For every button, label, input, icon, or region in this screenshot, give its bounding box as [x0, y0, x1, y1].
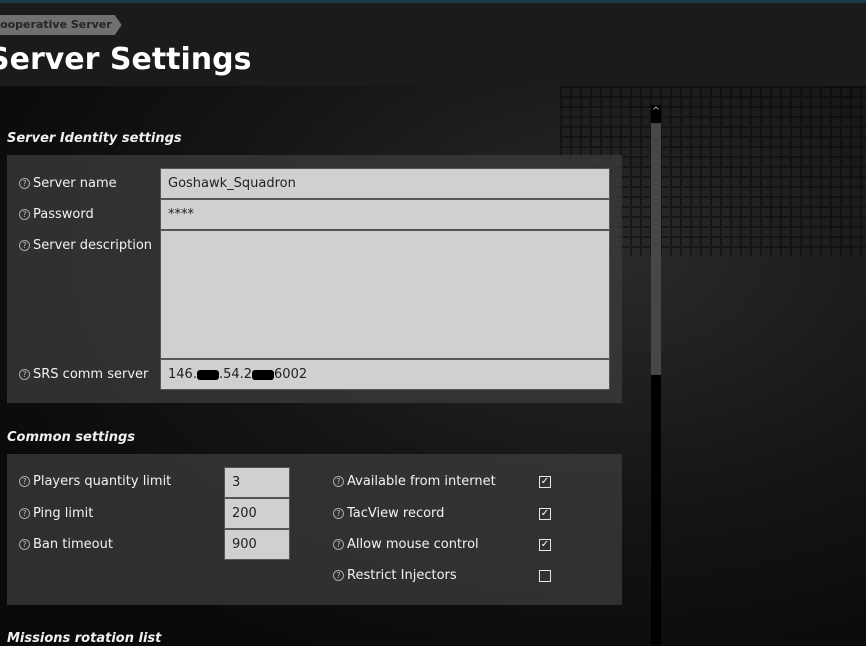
injectors-checkbox[interactable]	[539, 570, 551, 582]
redaction	[196, 369, 219, 380]
srs-label: ? SRS comm server	[19, 367, 148, 382]
label-text: SRS comm server	[33, 367, 149, 382]
server-name-input[interactable]: Goshawk_Squadron	[160, 168, 610, 199]
page-title: Server Settings	[0, 42, 252, 77]
description-label: ? Server description	[19, 238, 152, 253]
srs-part: 146.	[168, 367, 197, 382]
header: Cooperative Server Server Settings	[0, 3, 866, 86]
ping-label: ? Ping limit	[19, 506, 93, 521]
password-input[interactable]: ****	[160, 199, 610, 230]
scroll-up-icon[interactable]: ^	[651, 106, 661, 120]
mouse-checkbox[interactable]: ✓	[539, 539, 551, 551]
label-text: TacView record	[347, 506, 445, 521]
internet-checkbox[interactable]: ✓	[539, 476, 551, 488]
mouse-label: ? Allow mouse control	[333, 537, 479, 552]
help-icon[interactable]: ?	[19, 209, 30, 220]
section-title-common: Common settings	[7, 430, 136, 445]
srs-part: .54.2	[218, 367, 253, 382]
breadcrumb[interactable]: Cooperative Server	[0, 15, 122, 35]
ban-input[interactable]: 900	[224, 529, 290, 560]
section-title-missions: Missions rotation list	[7, 631, 162, 646]
label-text: Available from internet	[347, 474, 496, 489]
srs-part: 6002	[274, 367, 308, 382]
label-text: Ping limit	[33, 506, 94, 521]
label-text: Restrict Injectors	[347, 568, 457, 583]
label-text: Server description	[33, 238, 153, 253]
description-textarea[interactable]	[160, 230, 610, 359]
help-icon[interactable]: ?	[19, 240, 30, 251]
tacview-label: ? TacView record	[333, 506, 444, 521]
ping-input[interactable]: 200	[224, 498, 290, 529]
scrollbar-thumb[interactable]	[651, 123, 661, 375]
help-icon[interactable]: ?	[19, 476, 30, 487]
password-label: ? Password	[19, 207, 94, 222]
label-text: Players quantity limit	[33, 474, 172, 489]
redaction	[252, 369, 275, 380]
label-text: Server name	[33, 176, 117, 191]
help-icon[interactable]: ?	[19, 178, 30, 189]
section-title-identity: Server Identity settings	[7, 131, 182, 146]
help-icon[interactable]: ?	[19, 539, 30, 550]
help-icon[interactable]: ?	[333, 539, 344, 550]
label-text: Allow mouse control	[347, 537, 479, 552]
help-icon[interactable]: ?	[333, 508, 344, 519]
tacview-checkbox[interactable]: ✓	[539, 508, 551, 520]
players-input[interactable]: 3	[224, 467, 290, 498]
help-icon[interactable]: ?	[19, 508, 30, 519]
help-icon[interactable]: ?	[333, 476, 344, 487]
srs-input[interactable]: 146. .54.2 6002	[160, 359, 610, 390]
label-text: Password	[33, 207, 94, 222]
ban-label: ? Ban timeout	[19, 537, 113, 552]
injectors-label: ? Restrict Injectors	[333, 568, 457, 583]
players-label: ? Players quantity limit	[19, 474, 171, 489]
help-icon[interactable]: ?	[333, 570, 344, 581]
help-icon[interactable]: ?	[19, 369, 30, 380]
internet-label: ? Available from internet	[333, 474, 496, 489]
label-text: Ban timeout	[33, 537, 113, 552]
server-name-label: ? Server name	[19, 176, 117, 191]
